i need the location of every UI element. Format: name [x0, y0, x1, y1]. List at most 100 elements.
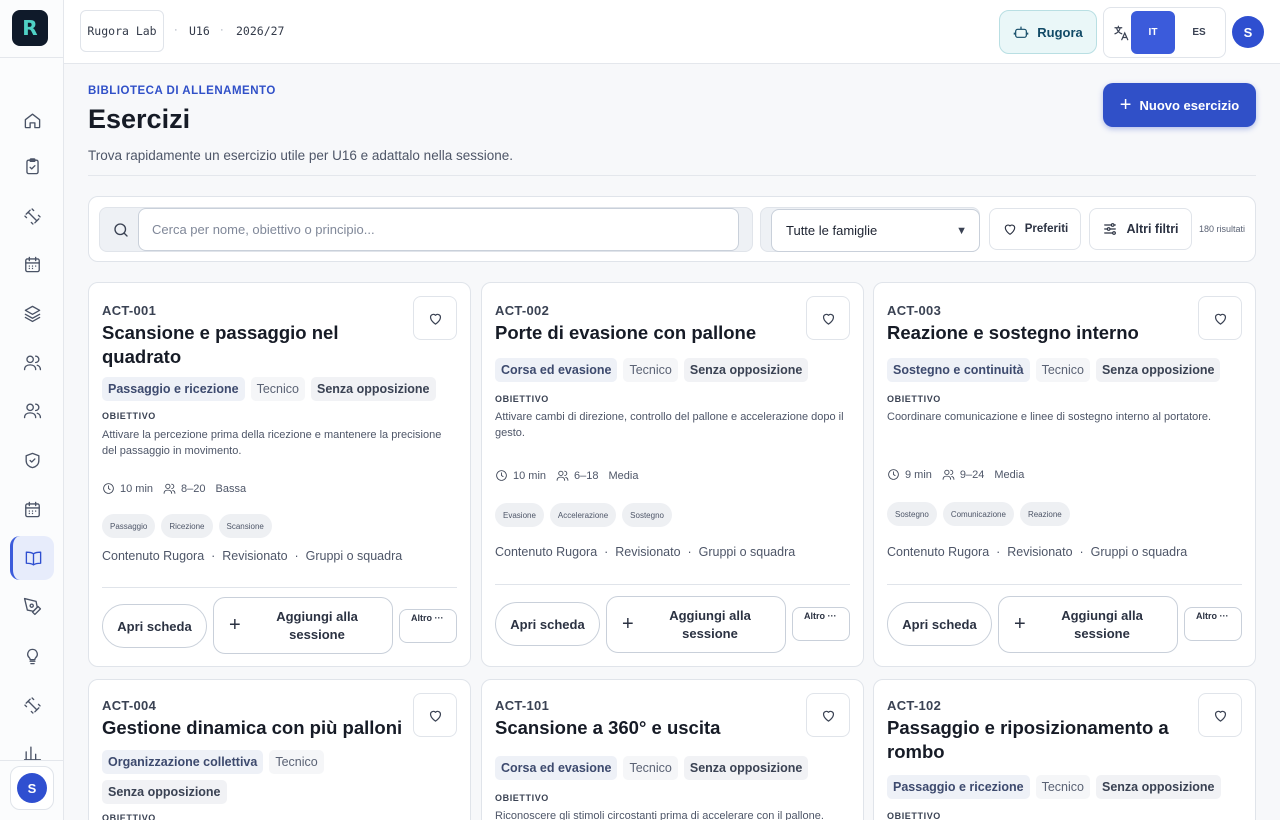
more-filters-label: Altri filtri	[1126, 222, 1179, 236]
home-icon[interactable]	[16, 104, 48, 136]
add-to-session-button[interactable]: + Aggiungi alla sessione	[606, 596, 786, 653]
exercise-title[interactable]: Scansione e passaggio nel quadrato	[102, 321, 392, 369]
sidebar-user-button[interactable]: S	[10, 766, 54, 810]
principle-pill: Sostegno	[887, 502, 937, 526]
tag-list: Passaggio e ricezione Tecnico Senza oppo…	[102, 377, 462, 401]
exercise-title[interactable]: Porte di evasione con pallone	[495, 321, 785, 345]
objective-label: OBIETTIVO	[495, 394, 549, 404]
add-to-session-label: Aggiungi alla sessione	[1061, 607, 1143, 641]
exercise-code: ACT-003	[887, 303, 942, 318]
team-icon[interactable]	[16, 394, 48, 426]
language-option-it[interactable]: IT	[1131, 11, 1175, 54]
more-menu-button[interactable]: Altro ···	[792, 607, 850, 641]
favorites-filter-button[interactable]: Preferiti	[989, 208, 1081, 250]
book-open-icon[interactable]	[10, 536, 54, 580]
pen-tool-icon[interactable]	[16, 590, 48, 622]
club-selector[interactable]: Rugora Lab	[80, 10, 164, 52]
open-sheet-button[interactable]: Apri scheda	[102, 604, 207, 648]
avatar: S	[17, 773, 47, 803]
tag-list: Passaggio e ricezione Tecnico Senza oppo…	[887, 775, 1247, 799]
exercise-card: ACT-004 Gestione dinamica con più pallon…	[88, 679, 471, 820]
exercise-card: ACT-101 Scansione a 360° e uscita Corsa …	[481, 679, 864, 820]
filter-bar: Tutte le famiglie ▼ Preferiti Altri filt…	[88, 196, 1256, 262]
search-icon	[112, 221, 130, 239]
caret-down-icon: ▼	[956, 225, 967, 237]
family-tag: Corsa ed evasione	[495, 358, 618, 382]
opposition-tag: Senza opposizione	[683, 756, 809, 780]
rugora-assistant-button[interactable]: Rugora	[999, 10, 1097, 54]
plus-icon: +	[229, 614, 241, 636]
layers-icon[interactable]	[16, 297, 48, 329]
exercise-source: Contenuto Rugora · Revisionato · Gruppi …	[495, 545, 796, 559]
more-filters-button[interactable]: Altri filtri	[1089, 208, 1192, 250]
type-tag: Tecnico	[623, 358, 678, 382]
clock-icon	[496, 470, 507, 481]
shield-check-icon[interactable]	[16, 444, 48, 476]
language-option-es[interactable]: ES	[1177, 11, 1221, 54]
page-subtitle: Trova rapidamente un esercizio utile per…	[88, 148, 513, 163]
more-menu-button[interactable]: Altro ···	[399, 609, 457, 643]
page-title: Esercizi	[88, 104, 191, 134]
card-divider	[495, 584, 850, 585]
clock-icon	[888, 469, 899, 480]
team-selector[interactable]: U16	[189, 24, 210, 38]
family-select[interactable]: Tutte le famiglie ▼	[771, 209, 980, 252]
calendar-grid-icon[interactable]	[16, 493, 48, 525]
dumbbell-icon[interactable]	[16, 200, 48, 232]
page-eyebrow: BIBLIOTECA DI ALLENAMENTO	[88, 85, 276, 97]
add-to-session-label: Aggiungi alla sessione	[276, 608, 358, 642]
open-sheet-button[interactable]: Apri scheda	[495, 602, 600, 646]
favorite-button[interactable]	[1198, 296, 1242, 340]
language-switcher: IT ES	[1103, 7, 1226, 58]
favorite-button[interactable]	[806, 693, 850, 737]
new-exercise-label: Nuovo esercizio	[1139, 97, 1240, 113]
intensity: Bassa	[215, 482, 247, 495]
plus-icon: +	[622, 613, 634, 635]
card-divider	[887, 584, 1242, 585]
opposition-tag: Senza opposizione	[1095, 358, 1221, 382]
players: 8–20	[181, 482, 206, 495]
duration: 10 min	[120, 482, 154, 495]
intensity: Media	[994, 468, 1025, 481]
new-exercise-button[interactable]: + Nuovo esercizio	[1103, 83, 1256, 127]
dumbbell-alt-icon[interactable]	[16, 689, 48, 721]
principle-pill: Evasione	[495, 503, 544, 527]
opposition-tag: Senza opposizione	[311, 377, 436, 401]
calendar-icon[interactable]	[16, 248, 48, 280]
exercise-title[interactable]: Passaggio e riposizionamento a rombo	[887, 716, 1177, 764]
favorite-button[interactable]	[413, 693, 457, 737]
add-to-session-button[interactable]: + Aggiungi alla sessione	[213, 597, 393, 654]
sidebar-divider	[0, 57, 64, 58]
more-menu-button[interactable]: Altro ···	[1184, 607, 1242, 641]
app-logo[interactable]: R	[12, 10, 48, 46]
exercise-title[interactable]: Scansione a 360° e uscita	[495, 716, 785, 740]
exercise-title[interactable]: Reazione e sostegno interno	[887, 321, 1177, 345]
plus-icon: +	[1014, 613, 1026, 635]
user-avatar[interactable]: S	[1232, 16, 1264, 48]
clock-icon	[103, 483, 114, 494]
users-icon[interactable]	[16, 346, 48, 378]
source: Contenuto Rugora	[102, 549, 205, 563]
principle-list: Sostegno Comunicazione Reazione	[887, 502, 1070, 526]
opposition-tag: Senza opposizione	[683, 358, 809, 382]
format: Gruppi o squadra	[1090, 545, 1188, 559]
players: 6–18	[574, 469, 599, 482]
heart-icon	[1214, 710, 1226, 722]
favorite-button[interactable]	[413, 296, 457, 340]
favorite-button[interactable]	[1198, 693, 1242, 737]
type-tag: Tecnico	[1035, 358, 1090, 382]
search-input[interactable]	[138, 208, 739, 251]
season-selector[interactable]: 2026/27	[236, 24, 284, 38]
intensity: Media	[608, 469, 639, 482]
bar-chart-icon[interactable]	[16, 738, 48, 760]
open-sheet-button[interactable]: Apri scheda	[887, 602, 992, 646]
tag-list: Corsa ed evasione Tecnico Senza opposizi…	[495, 756, 855, 780]
source: Contenuto Rugora	[887, 545, 990, 559]
add-to-session-button[interactable]: + Aggiungi alla sessione	[998, 596, 1178, 653]
sidebar-bottom-divider	[0, 760, 64, 761]
principle-list: Evasione Accelerazione Sostegno	[495, 503, 672, 527]
lightbulb-icon[interactable]	[16, 640, 48, 672]
clipboard-check-icon[interactable]	[16, 150, 48, 182]
favorite-button[interactable]	[806, 296, 850, 340]
exercise-title[interactable]: Gestione dinamica con più palloni	[102, 716, 412, 740]
